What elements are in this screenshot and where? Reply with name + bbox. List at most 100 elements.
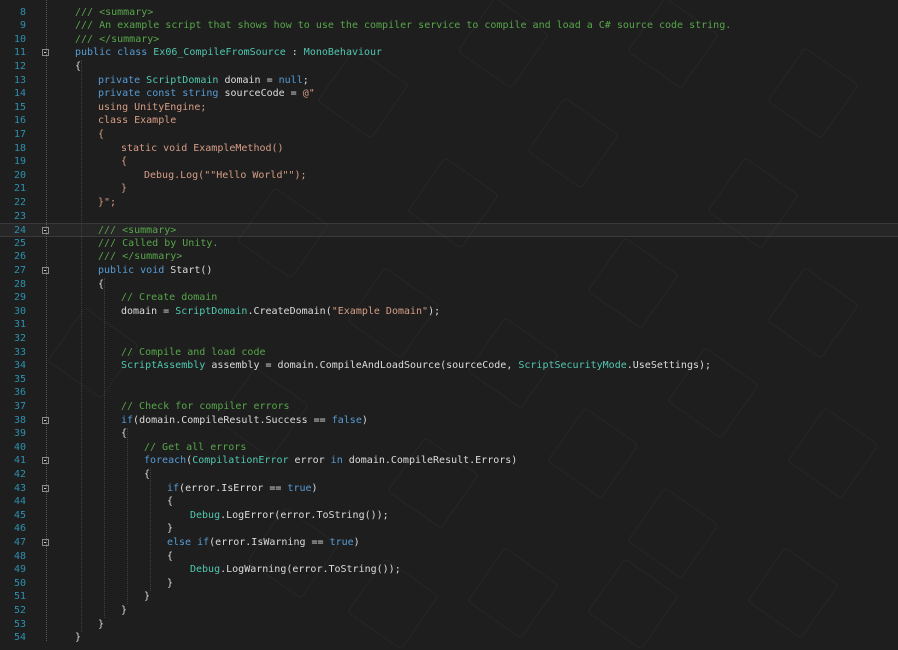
code-line[interactable]: 16 class Example <box>0 114 898 128</box>
code-line[interactable]: 34 ScriptAssembly assembly = domain.Compi… <box>0 359 898 373</box>
line-number: 24 <box>13 225 26 237</box>
code-line[interactable]: 11 public class Ex06_CompileFromSource : … <box>0 46 898 60</box>
code-line[interactable]: 39{ <box>0 427 898 441</box>
code-token: public <box>98 264 141 276</box>
line-number: 54 <box>13 632 26 644</box>
code-line[interactable]: 22 }"; <box>0 196 898 210</box>
code-line[interactable]: 36 <box>0 386 898 400</box>
code-line[interactable]: 8 /// <summary> <box>0 6 898 20</box>
code-text: static void ExampleMethod() <box>121 142 284 156</box>
code-line[interactable]: 31 <box>0 318 898 332</box>
line-number: 38 <box>13 414 26 426</box>
indent-guide <box>127 427 128 605</box>
code-token: } <box>167 523 174 535</box>
code-token: } <box>98 618 105 630</box>
code-line[interactable]: 27 public void Start() <box>0 264 898 278</box>
line-number: 30 <box>13 305 26 317</box>
code-token: domain = <box>121 305 176 317</box>
code-line[interactable]: 52} <box>0 604 898 618</box>
code-token: } <box>121 604 128 616</box>
code-editor[interactable]: 8 /// <summary> 9 /// An example script tha… <box>0 0 898 650</box>
code-line[interactable]: 24 /// <summary> <box>0 223 898 237</box>
code-text: class Example <box>98 114 176 128</box>
code-line[interactable]: 54} <box>0 631 898 645</box>
code-line[interactable]: 35 <box>0 373 898 387</box>
line-number: 22 <box>13 196 26 208</box>
code-token: if <box>121 414 134 426</box>
code-line[interactable]: 49 Debug.LogWarning(error.ToString()); <box>0 563 898 577</box>
code-line[interactable]: 47 else if(error.IsWarning == true) <box>0 536 898 550</box>
code-token: } <box>144 591 151 603</box>
code-text: } <box>121 604 127 618</box>
code-line[interactable]: 29 // Create domain <box>0 291 898 305</box>
code-line[interactable]: 50} <box>0 577 898 591</box>
code-line[interactable]: 26 /// </summary> <box>0 250 898 264</box>
code-token: foreach <box>144 455 187 467</box>
code-text: }"; <box>98 196 116 210</box>
code-token: Start() <box>170 264 213 276</box>
code-line[interactable]: 32 <box>0 332 898 346</box>
code-text: else if(error.IsWarning == true) <box>167 536 360 550</box>
code-text: private ScriptDomain domain = null; <box>98 74 309 88</box>
code-token: if <box>167 482 180 494</box>
code-line[interactable]: 44 { <box>0 495 898 509</box>
code-line[interactable]: 21} <box>0 182 898 196</box>
code-token: ) <box>311 482 318 494</box>
code-line[interactable]: 28{ <box>0 278 898 292</box>
line-number: 45 <box>13 509 26 521</box>
code-line[interactable]: 20 Debug.Log(""Hello World""); <box>0 169 898 183</box>
code-token: ; <box>302 74 309 86</box>
code-text: } <box>121 182 127 196</box>
code-token: in <box>330 455 349 467</box>
code-line[interactable]: 25 /// Called by Unity. <box>0 237 898 251</box>
line-number: 47 <box>13 536 26 548</box>
code-token: /// </summary> <box>75 33 160 45</box>
code-line[interactable]: 40 // Get all errors <box>0 441 898 455</box>
code-line[interactable]: 41 foreach(CompilationError error in doma… <box>0 454 898 468</box>
code-line[interactable]: 53} <box>0 618 898 632</box>
code-text: { <box>98 128 104 142</box>
code-line[interactable]: 30 domain = ScriptDomain.CreateDomain("Ex… <box>0 305 898 319</box>
line-number: 16 <box>13 115 26 127</box>
code-line[interactable]: 19 { <box>0 155 898 169</box>
code-text: } <box>144 590 150 604</box>
line-number: 43 <box>13 482 26 494</box>
code-token: // Compile and load code <box>121 346 266 358</box>
code-line[interactable]: 42{ <box>0 468 898 482</box>
code-token: else <box>167 536 198 548</box>
code-text: // Create domain <box>121 291 217 305</box>
line-number: 44 <box>13 496 26 508</box>
code-token: domain = <box>218 74 279 86</box>
code-text: public class Ex06_CompileFromSource : Mo… <box>75 46 382 60</box>
code-text: // Get all errors <box>144 441 246 455</box>
line-number: 51 <box>13 591 26 603</box>
code-line[interactable]: 48 { <box>0 550 898 564</box>
code-text: /// <summary> <box>75 6 153 20</box>
code-line[interactable]: 17 { <box>0 128 898 142</box>
code-line[interactable]: 23 <box>0 210 898 224</box>
code-line[interactable]: 13 private ScriptDomain domain = null; <box>0 74 898 88</box>
code-line[interactable]: 18 static void ExampleMethod() <box>0 142 898 156</box>
code-token: domain.CompileResult.Errors) <box>348 455 518 467</box>
code-text: /// An example script that shows how to … <box>75 19 731 33</box>
line-number: 39 <box>13 428 26 440</box>
code-text: /// Called by Unity. <box>98 237 218 251</box>
code-token: .CreateDomain( <box>247 305 332 317</box>
line-number: 31 <box>13 319 26 331</box>
code-line[interactable]: 33 // Compile and load code <box>0 346 898 360</box>
code-line[interactable]: 15 using UnityEngine; <box>0 101 898 115</box>
code-line[interactable]: 10 /// </summary> <box>0 33 898 47</box>
code-line[interactable]: 14 private const string sourceCode = @" <box>0 87 898 101</box>
code-line[interactable]: 51} <box>0 590 898 604</box>
code-line[interactable]: 38 if(domain.CompileResult.Success == fal… <box>0 414 898 428</box>
code-line[interactable]: 46} <box>0 522 898 536</box>
code-line[interactable]: 12{ <box>0 60 898 74</box>
code-token: Debug <box>190 564 221 576</box>
code-line[interactable]: 45 Debug.LogError(error.ToString()); <box>0 509 898 523</box>
code-text: { <box>121 155 127 169</box>
code-text: /// </summary> <box>75 33 159 47</box>
code-line[interactable]: 43 if(error.IsError == true) <box>0 482 898 496</box>
code-token: class <box>117 47 154 59</box>
code-line[interactable]: 9 /// An example script that shows how to… <box>0 19 898 33</box>
code-line[interactable]: 37 // Check for compiler errors <box>0 400 898 414</box>
